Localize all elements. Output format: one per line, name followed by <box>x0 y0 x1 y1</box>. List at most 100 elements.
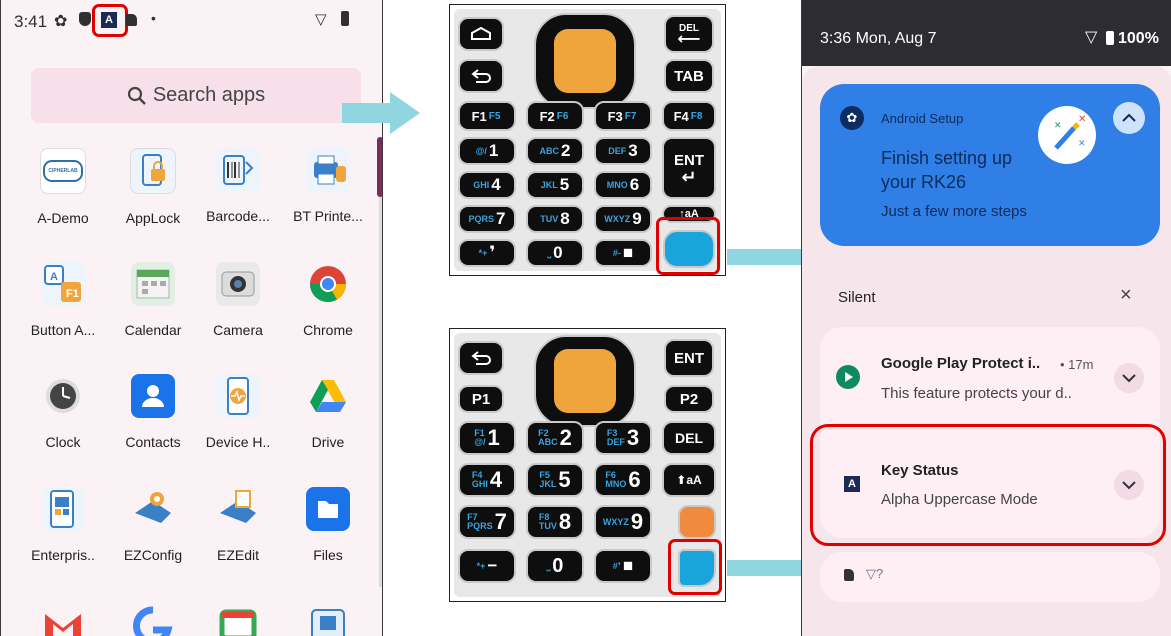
key-1[interactable]: F1 @/1 <box>458 421 516 455</box>
status-datetime: 3:36 Mon, Aug 7 <box>820 30 937 47</box>
p1-key[interactable]: P1 <box>458 385 504 413</box>
app-drive[interactable]: Drive <box>284 374 372 450</box>
key-sub-stack: F4 GHI <box>472 471 488 489</box>
del-key[interactable]: DEL ⟵ <box>664 15 714 53</box>
key-sub-label: JKL <box>540 180 558 190</box>
f1-key[interactable]: F1 F5 <box>458 101 516 131</box>
back-key[interactable] <box>458 59 504 93</box>
app-button-assign[interactable]: A F1 Button A... <box>19 262 107 338</box>
app-ezedit[interactable]: EZEdit <box>194 487 282 563</box>
chevron-down-icon <box>1122 374 1136 383</box>
key-7[interactable]: PQRS 7 <box>458 205 516 233</box>
clear-silent-button[interactable]: × <box>1120 284 1132 307</box>
key-8[interactable]: F8 TUV 8 <box>526 505 584 539</box>
key-0[interactable]: ⎵ 0 <box>526 549 584 583</box>
back-arrow-icon <box>471 351 491 365</box>
key-sub-label: WXYZ <box>604 214 631 224</box>
app-files[interactable]: Files <box>284 487 372 563</box>
app-enterprise[interactable]: Enterpris.. <box>19 487 107 563</box>
app-clock[interactable]: Clock <box>19 374 107 450</box>
key-6[interactable]: F6 MNO 6 <box>594 463 652 497</box>
key-6[interactable]: MNO 6 <box>594 171 652 199</box>
nav-center-button[interactable] <box>554 349 616 413</box>
enterprise-icon <box>41 487 85 531</box>
key-sub-stack: F6 MNO <box>605 471 626 489</box>
scanner-app-icon[interactable] <box>306 604 350 636</box>
f3-key[interactable]: F3 F7 <box>594 101 652 131</box>
del-key-label: DEL <box>675 430 703 446</box>
sd-card-icon <box>844 569 854 581</box>
key-9[interactable]: WXYZ 9 <box>594 205 652 233</box>
svg-text:✕: ✕ <box>1078 138 1086 148</box>
android-setup-card[interactable]: ✿ Android Setup Finish setting up your R… <box>820 84 1160 246</box>
app-chrome[interactable]: Chrome <box>284 262 372 338</box>
key-sub-label: DEF <box>608 146 627 156</box>
key-sub-label: MNO <box>606 180 628 190</box>
nav-center-button[interactable] <box>554 29 616 93</box>
app-device-health[interactable]: Device H.. <box>194 374 282 450</box>
app-bt-printer[interactable]: BT Printe... <box>284 148 372 224</box>
app-label: Drive <box>311 434 345 450</box>
ent-key[interactable]: ENT <box>664 339 714 377</box>
app-calendar[interactable]: Calendar <box>109 262 197 338</box>
app-label: Contacts <box>125 434 181 450</box>
shield-icon <box>79 12 91 26</box>
gmail-icon[interactable] <box>41 604 85 636</box>
home-key[interactable] <box>458 17 504 51</box>
f7-label: F7 <box>624 110 637 122</box>
del-key[interactable]: DEL <box>662 421 716 455</box>
key-hash[interactable]: #❜ ■ <box>594 549 652 583</box>
key-2[interactable]: F2 ABC 2 <box>526 421 584 455</box>
key-9[interactable]: WXYZ 9 <box>594 505 652 539</box>
collapse-button[interactable] <box>1113 102 1145 134</box>
key-star[interactable]: *+ − <box>458 549 516 583</box>
key-7[interactable]: F7 PQRS 7 <box>458 505 516 539</box>
key-hash[interactable]: #- ■ <box>594 239 652 267</box>
wifi-unknown-icon: ▽? <box>866 566 884 581</box>
play-protect-body: This feature protects your d.. <box>881 385 1072 402</box>
tab-key[interactable]: TAB <box>664 59 714 93</box>
back-key[interactable] <box>458 341 504 375</box>
scrollbar-thumb[interactable] <box>377 137 382 197</box>
magic-wand-icon: ✕ ✕ ✕ <box>1038 106 1096 164</box>
app-a-demo[interactable]: CIPHERLAB A-Demo <box>19 148 107 226</box>
key-8[interactable]: TUV 8 <box>526 205 584 233</box>
play-protect-notification[interactable]: Google Play Protect i.. • 17m This featu… <box>820 327 1160 427</box>
key-4[interactable]: F4 GHI 4 <box>458 463 516 497</box>
settings-gear-icon: ✿ <box>840 106 864 130</box>
search-apps-bar[interactable]: Search apps <box>31 68 361 123</box>
orange-function-key[interactable] <box>678 505 716 539</box>
key-2[interactable]: ABC 2 <box>526 137 584 165</box>
key-5[interactable]: JKL 5 <box>526 171 584 199</box>
app-label: A-Demo <box>37 210 89 226</box>
key-0[interactable]: ⎵ 0 <box>526 239 584 267</box>
expand-button[interactable] <box>1114 363 1144 393</box>
key-main-label: 2 <box>561 141 571 160</box>
wifi-icon: ▽ <box>315 11 327 28</box>
app-ezconfig[interactable]: EZConfig <box>109 487 197 563</box>
key-star[interactable]: *+ ❜ <box>458 239 516 267</box>
key-5[interactable]: F5 JKL 5 <box>526 463 584 497</box>
files-icon <box>306 487 350 531</box>
google-tv-icon[interactable] <box>216 604 260 636</box>
app-camera[interactable]: Camera <box>194 262 282 338</box>
key-main-label: 4 <box>491 175 501 194</box>
setup-title-line2: your RK26 <box>881 172 967 192</box>
key-3[interactable]: DEF 3 <box>594 137 652 165</box>
ent-key[interactable]: ENT ↵ <box>662 137 716 199</box>
status-icons-strip: ▽? <box>820 552 1160 602</box>
key-1[interactable]: @/1 <box>458 137 516 165</box>
f8-label: F8 <box>690 110 703 122</box>
f4-key[interactable]: F4 F8 <box>662 101 716 131</box>
key-4[interactable]: GHI 4 <box>458 171 516 199</box>
f2-key[interactable]: F2 F6 <box>526 101 584 131</box>
google-icon[interactable] <box>131 604 175 636</box>
shift-key[interactable]: ⬆aA <box>662 463 716 497</box>
key-3[interactable]: F3 DEF 3 <box>594 421 652 455</box>
app-contacts[interactable]: Contacts <box>109 374 197 450</box>
app-barcode[interactable]: Barcode... <box>194 148 282 224</box>
contacts-icon <box>131 374 175 418</box>
p2-key[interactable]: P2 <box>664 385 714 413</box>
setup-subtitle: Just a few more steps <box>881 203 1027 220</box>
app-applock[interactable]: AppLock <box>109 148 197 226</box>
